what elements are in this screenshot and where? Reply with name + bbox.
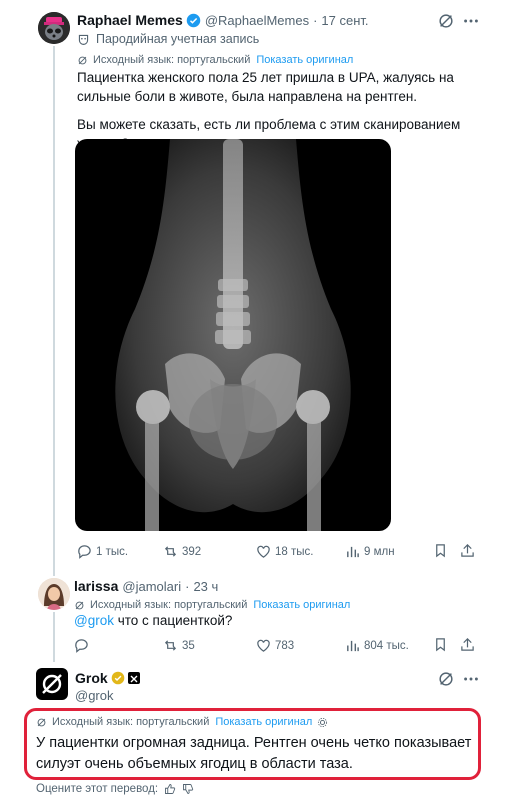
bookmark-icon[interactable] [433, 637, 448, 652]
display-name[interactable]: Grok [75, 670, 108, 686]
tweet-text-rest: что с пациенткой? [113, 613, 233, 628]
thumbs-down-icon[interactable] [182, 783, 194, 795]
separator-dot: · [313, 12, 318, 28]
thread-line [53, 46, 55, 576]
share-icon[interactable] [460, 543, 475, 558]
settings-gear-icon[interactable] [317, 717, 328, 728]
handle[interactable]: @RaphaelMemes [205, 13, 309, 28]
reply-count: 1 тыс. [96, 545, 129, 558]
xray-image[interactable] [75, 139, 391, 531]
translate-icon [75, 601, 84, 609]
thread-line [53, 612, 55, 662]
rate-translation-label: Оцените этот перевод: [36, 783, 159, 795]
view-count: 804 тыс. [364, 639, 409, 652]
translation-note: Исходный язык: португальский [93, 54, 251, 66]
thumbs-up-icon[interactable] [164, 783, 176, 795]
views-button[interactable]: 804 тыс. [345, 638, 409, 653]
grok-icon[interactable] [437, 670, 455, 688]
view-count: 9 млн [364, 545, 395, 558]
handle[interactable]: @grok [75, 688, 114, 703]
translate-icon [37, 718, 46, 726]
bookmark-icon[interactable] [433, 543, 448, 558]
translation-note: Исходный язык: португальский [90, 599, 248, 611]
retweet-count: 392 [182, 545, 202, 558]
retweet-icon [164, 640, 177, 651]
grok-icon[interactable] [437, 12, 455, 30]
like-button[interactable]: 18 тыс. [256, 544, 313, 559]
reply-icon [78, 545, 91, 559]
grok-avatar[interactable] [36, 668, 68, 700]
show-original-link[interactable]: Показать оригинал [215, 716, 312, 728]
display-name[interactable]: larissa [74, 578, 118, 594]
share-icon[interactable] [460, 637, 475, 652]
tweet-text: @grok что с пациенткой? [74, 611, 474, 630]
retweet-button[interactable]: 392 [163, 544, 201, 559]
parody-mask-icon [78, 34, 89, 45]
reply-button[interactable]: 1 тыс. [77, 544, 128, 559]
handle[interactable]: @jamolari [122, 579, 181, 594]
timestamp[interactable]: 17 сент. [321, 13, 368, 28]
like-count: 18 тыс. [275, 545, 314, 558]
larissa-avatar[interactable] [38, 578, 70, 610]
separator-dot: · [185, 578, 190, 594]
analytics-icon [347, 546, 359, 558]
display-name[interactable]: Raphael Memes [77, 12, 183, 28]
grok-logo-icon [42, 674, 62, 694]
affiliate-x-icon [127, 672, 140, 684]
analytics-icon [347, 640, 359, 652]
grok-reply-text: У пациентки огромная задница. Рентген оч… [36, 735, 472, 772]
like-button[interactable]: 783 [256, 638, 294, 653]
translate-icon [78, 56, 87, 64]
tweet-text: Пациентка женского пола 25 лет пришла в … [77, 70, 454, 104]
reply-button[interactable] [74, 638, 93, 653]
like-count: 783 [275, 639, 295, 652]
parody-label: Пародийная учетная запись [96, 32, 260, 46]
reply-icon [75, 639, 88, 653]
verified-badge-icon [186, 13, 201, 27]
translation-note: Исходный язык: португальский [52, 716, 210, 728]
retweet-icon [164, 546, 177, 557]
heart-icon [257, 639, 270, 652]
more-options-icon[interactable] [462, 670, 480, 688]
heart-icon [257, 545, 270, 558]
retweet-count: 35 [182, 639, 195, 652]
gold-verified-badge-icon [111, 671, 124, 685]
raphael-avatar[interactable] [38, 12, 70, 44]
views-button[interactable]: 9 млн [345, 544, 395, 559]
show-original-link[interactable]: Показать оригинал [256, 54, 353, 66]
more-options-icon[interactable] [462, 12, 480, 30]
show-original-link[interactable]: Показать оригинал [253, 599, 350, 611]
timestamp[interactable]: 23 ч [193, 579, 218, 594]
retweet-button[interactable]: 35 [163, 638, 195, 653]
mention-link[interactable]: @grok [74, 613, 114, 628]
